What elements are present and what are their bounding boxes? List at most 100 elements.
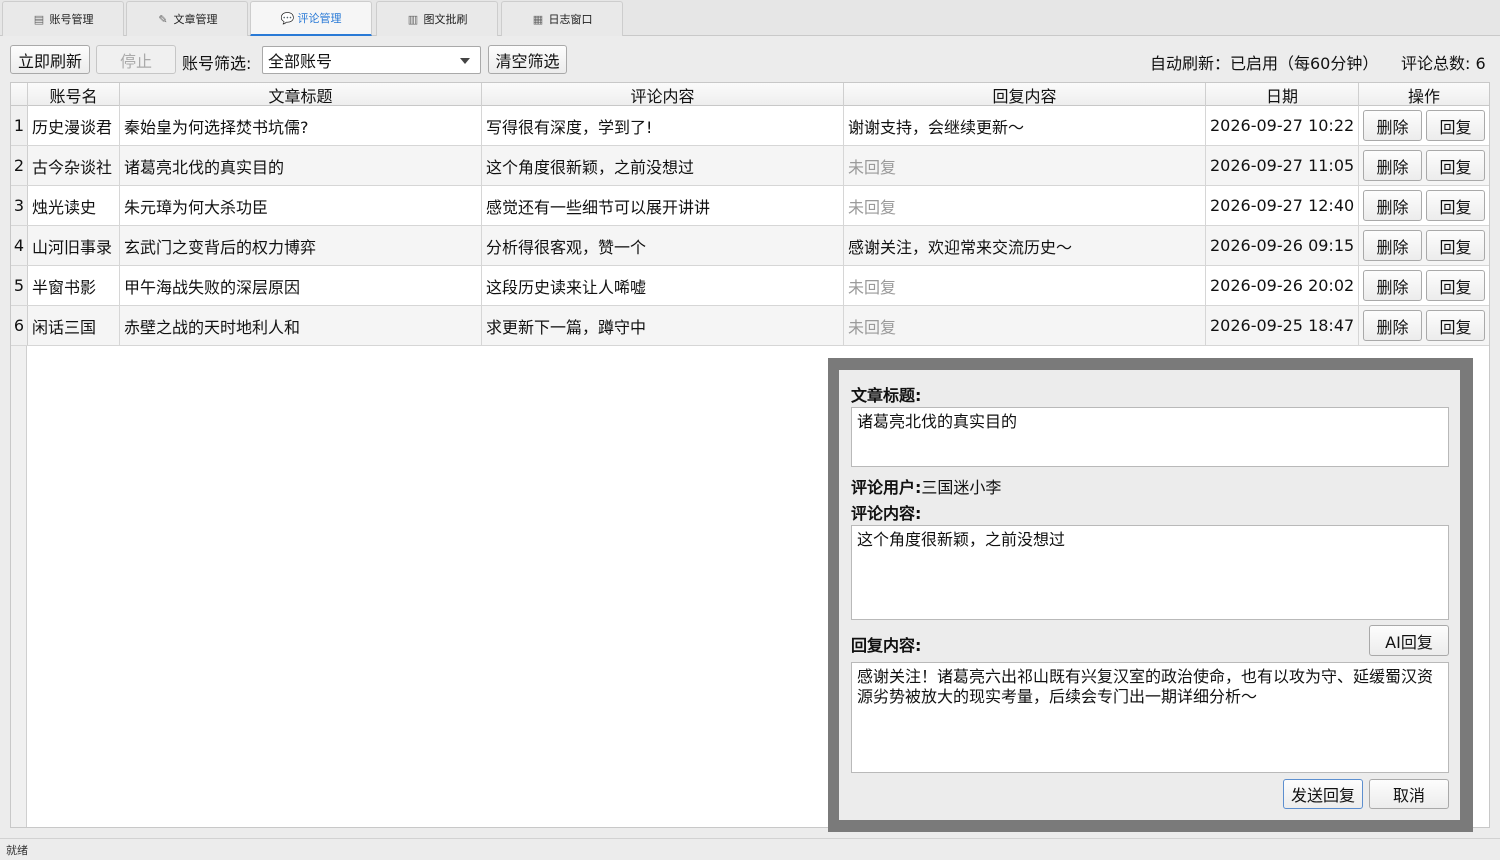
cell-date: 2026-09-27 11:05 <box>1206 146 1359 185</box>
table-row[interactable]: 6 闲话三国 赤壁之战的天时地利人和 求更新下一篇，蹲守中 未回复 2026-09-25 … <box>11 306 1489 346</box>
table-row[interactable]: 2 古今杂谈社 诸葛亮北伐的真实目的 这个角度很新颖，之前没想过 未回复 2026-09-… <box>11 146 1489 186</box>
column-header-actions[interactable]: 操作 <box>1359 83 1489 106</box>
cell-comment: 求更新下一篇，蹲守中 <box>482 306 844 345</box>
tab-log-window[interactable]: ▦ 日志窗口 <box>501 1 623 36</box>
column-header-reply[interactable]: 回复内容 <box>844 83 1206 106</box>
cell-comment: 这段历史读来让人唏嘘 <box>482 266 844 305</box>
log-file-icon: ▦ <box>532 12 544 26</box>
cell-actions: 删除 回复 <box>1359 266 1489 305</box>
cell-actions: 删除 回复 <box>1359 186 1489 225</box>
delete-comment-button[interactable]: 删除 <box>1363 110 1422 141</box>
account-filter-value: 全部账号 <box>268 52 333 71</box>
delete-comment-button[interactable]: 删除 <box>1363 310 1422 341</box>
account-book-icon: ▤ <box>33 12 45 26</box>
cell-article-title: 赤壁之战的天时地利人和 <box>120 306 482 345</box>
account-filter-select[interactable]: 全部账号 <box>262 46 481 74</box>
table-row[interactable]: 4 山河旧事录 玄武门之变背后的权力博弈 分析得很客观，赞一个 感谢关注，欢迎常来交流历… <box>11 226 1489 266</box>
row-number: 6 <box>11 306 28 345</box>
tab-label: 账号管理 <box>49 13 94 26</box>
comment-user-label: 评论用户: <box>851 478 922 497</box>
row-number: 4 <box>11 226 28 265</box>
row-number: 2 <box>11 146 28 185</box>
cell-comment: 感觉还有一些细节可以展开讲讲 <box>482 186 844 225</box>
cell-actions: 删除 回复 <box>1359 306 1489 345</box>
row-number: 5 <box>11 266 28 305</box>
column-header-account[interactable]: 账号名 <box>28 83 120 106</box>
cell-account: 山河旧事录 <box>28 226 120 265</box>
reply-comment-button[interactable]: 回复 <box>1426 270 1485 301</box>
tab-batch-posting[interactable]: ▥ 图文批刷 <box>376 1 498 36</box>
cell-account: 闲话三国 <box>28 306 120 345</box>
comment-bubble-icon: 💬 <box>280 11 295 25</box>
delete-comment-button[interactable]: 删除 <box>1363 190 1422 221</box>
cell-actions: 删除 回复 <box>1359 106 1489 145</box>
cell-article-title: 诸葛亮北伐的真实目的 <box>120 146 482 185</box>
image-stack-icon: ▥ <box>407 12 419 26</box>
ai-reply-button[interactable]: AI回复 <box>1369 625 1449 656</box>
cell-comment: 分析得很客观，赞一个 <box>482 226 844 265</box>
delete-comment-button[interactable]: 删除 <box>1363 270 1422 301</box>
cell-account: 历史漫谈君 <box>28 106 120 145</box>
table-row[interactable]: 5 半窗书影 甲午海战失败的深层原因 这段历史读来让人唏嘘 未回复 2026-09-26 … <box>11 266 1489 306</box>
row-number: 1 <box>11 106 28 145</box>
tab-account-management[interactable]: ▤ 账号管理 <box>2 1 124 36</box>
cell-date: 2026-09-26 09:15 <box>1206 226 1359 265</box>
tab-label: 文章管理 <box>173 13 218 26</box>
reply-comment-button[interactable]: 回复 <box>1426 150 1485 181</box>
stop-button[interactable]: 停止 <box>96 45 176 74</box>
reply-comment-button[interactable]: 回复 <box>1426 230 1485 261</box>
chevron-down-icon <box>460 58 470 64</box>
delete-comment-button[interactable]: 删除 <box>1363 230 1422 261</box>
pencil-note-icon: ✎ <box>158 12 168 26</box>
cell-reply: 感谢关注，欢迎常来交流历史～ <box>844 226 1206 265</box>
cell-account: 半窗书影 <box>28 266 120 305</box>
reply-comment-button[interactable]: 回复 <box>1426 110 1485 141</box>
send-reply-button[interactable]: 发送回复 <box>1283 779 1363 809</box>
clear-filter-button[interactable]: 清空筛选 <box>488 45 567 74</box>
tab-article-management[interactable]: ✎ 文章管理 <box>126 1 248 36</box>
cell-date: 2026-09-25 18:47 <box>1206 306 1359 345</box>
article-title-field[interactable]: 诸葛亮北伐的真实目的 <box>851 407 1449 467</box>
reply-comment-button[interactable]: 回复 <box>1426 310 1485 341</box>
cell-article-title: 甲午海战失败的深层原因 <box>120 266 482 305</box>
cell-reply: 未回复 <box>844 186 1206 225</box>
cell-reply: 未回复 <box>844 266 1206 305</box>
reply-comment-button[interactable]: 回复 <box>1426 190 1485 221</box>
delete-comment-button[interactable]: 删除 <box>1363 150 1422 181</box>
table-header: 账号名 文章标题 评论内容 回复内容 日期 操作 <box>11 83 1489 106</box>
refresh-now-button[interactable]: 立即刷新 <box>10 45 90 74</box>
cancel-button[interactable]: 取消 <box>1369 779 1449 809</box>
cell-reply: 未回复 <box>844 306 1206 345</box>
row-number: 3 <box>11 186 28 225</box>
comment-user-value: 三国迷小李 <box>921 478 1002 497</box>
table-row[interactable]: 1 历史漫谈君 秦始皇为何选择焚书坑儒? 写得很有深度，学到了! 谢谢支持，会继续更新～… <box>11 106 1489 146</box>
tab-label: 评论管理 <box>297 12 342 25</box>
cell-account: 古今杂谈社 <box>28 146 120 185</box>
comment-user-line: 评论用户:三国迷小李 <box>851 474 1001 498</box>
comment-total-count: 评论总数: 6 <box>1401 54 1486 73</box>
cell-date: 2026-09-27 10:22 <box>1206 106 1359 145</box>
reply-dialog-frame: 文章标题: 诸葛亮北伐的真实目的 评论用户:三国迷小李 评论内容: 这个角度很新… <box>828 358 1473 832</box>
comment-content-label: 评论内容: <box>851 504 922 523</box>
table-row[interactable]: 3 烛光读史 朱元璋为何大杀功臣 感觉还有一些细节可以展开讲讲 未回复 2026-09-2… <box>11 186 1489 226</box>
reply-dialog: 文章标题: 诸葛亮北伐的真实目的 评论用户:三国迷小李 评论内容: 这个角度很新… <box>839 370 1460 820</box>
row-number-header <box>11 83 28 106</box>
cell-actions: 删除 回复 <box>1359 146 1489 185</box>
reply-content-label: 回复内容: <box>851 636 922 655</box>
tab-comment-management[interactable]: 💬 评论管理 <box>250 1 372 36</box>
cell-comment: 这个角度很新颖，之前没想过 <box>482 146 844 185</box>
comment-content-field[interactable]: 这个角度很新颖，之前没想过 <box>851 525 1449 620</box>
cell-reply: 未回复 <box>844 146 1206 185</box>
cell-date: 2026-09-26 20:02 <box>1206 266 1359 305</box>
cell-comment: 写得很有深度，学到了! <box>482 106 844 145</box>
column-header-date[interactable]: 日期 <box>1206 83 1359 106</box>
column-header-title[interactable]: 文章标题 <box>120 83 482 106</box>
auto-refresh-status: 自动刷新：已启用（每60分钟） <box>1150 54 1379 73</box>
cell-account: 烛光读史 <box>28 186 120 225</box>
tab-label: 日志窗口 <box>548 13 593 26</box>
column-header-comment[interactable]: 评论内容 <box>482 83 844 106</box>
reply-content-field[interactable]: 感谢关注！诸葛亮六出祁山既有兴复汉室的政治使命，也有以攻为守、延缓蜀汉资源劣势被… <box>851 662 1449 773</box>
cell-article-title: 朱元璋为何大杀功臣 <box>120 186 482 225</box>
account-filter-label: 账号筛选: <box>182 54 252 73</box>
tab-label: 图文批刷 <box>423 13 468 26</box>
